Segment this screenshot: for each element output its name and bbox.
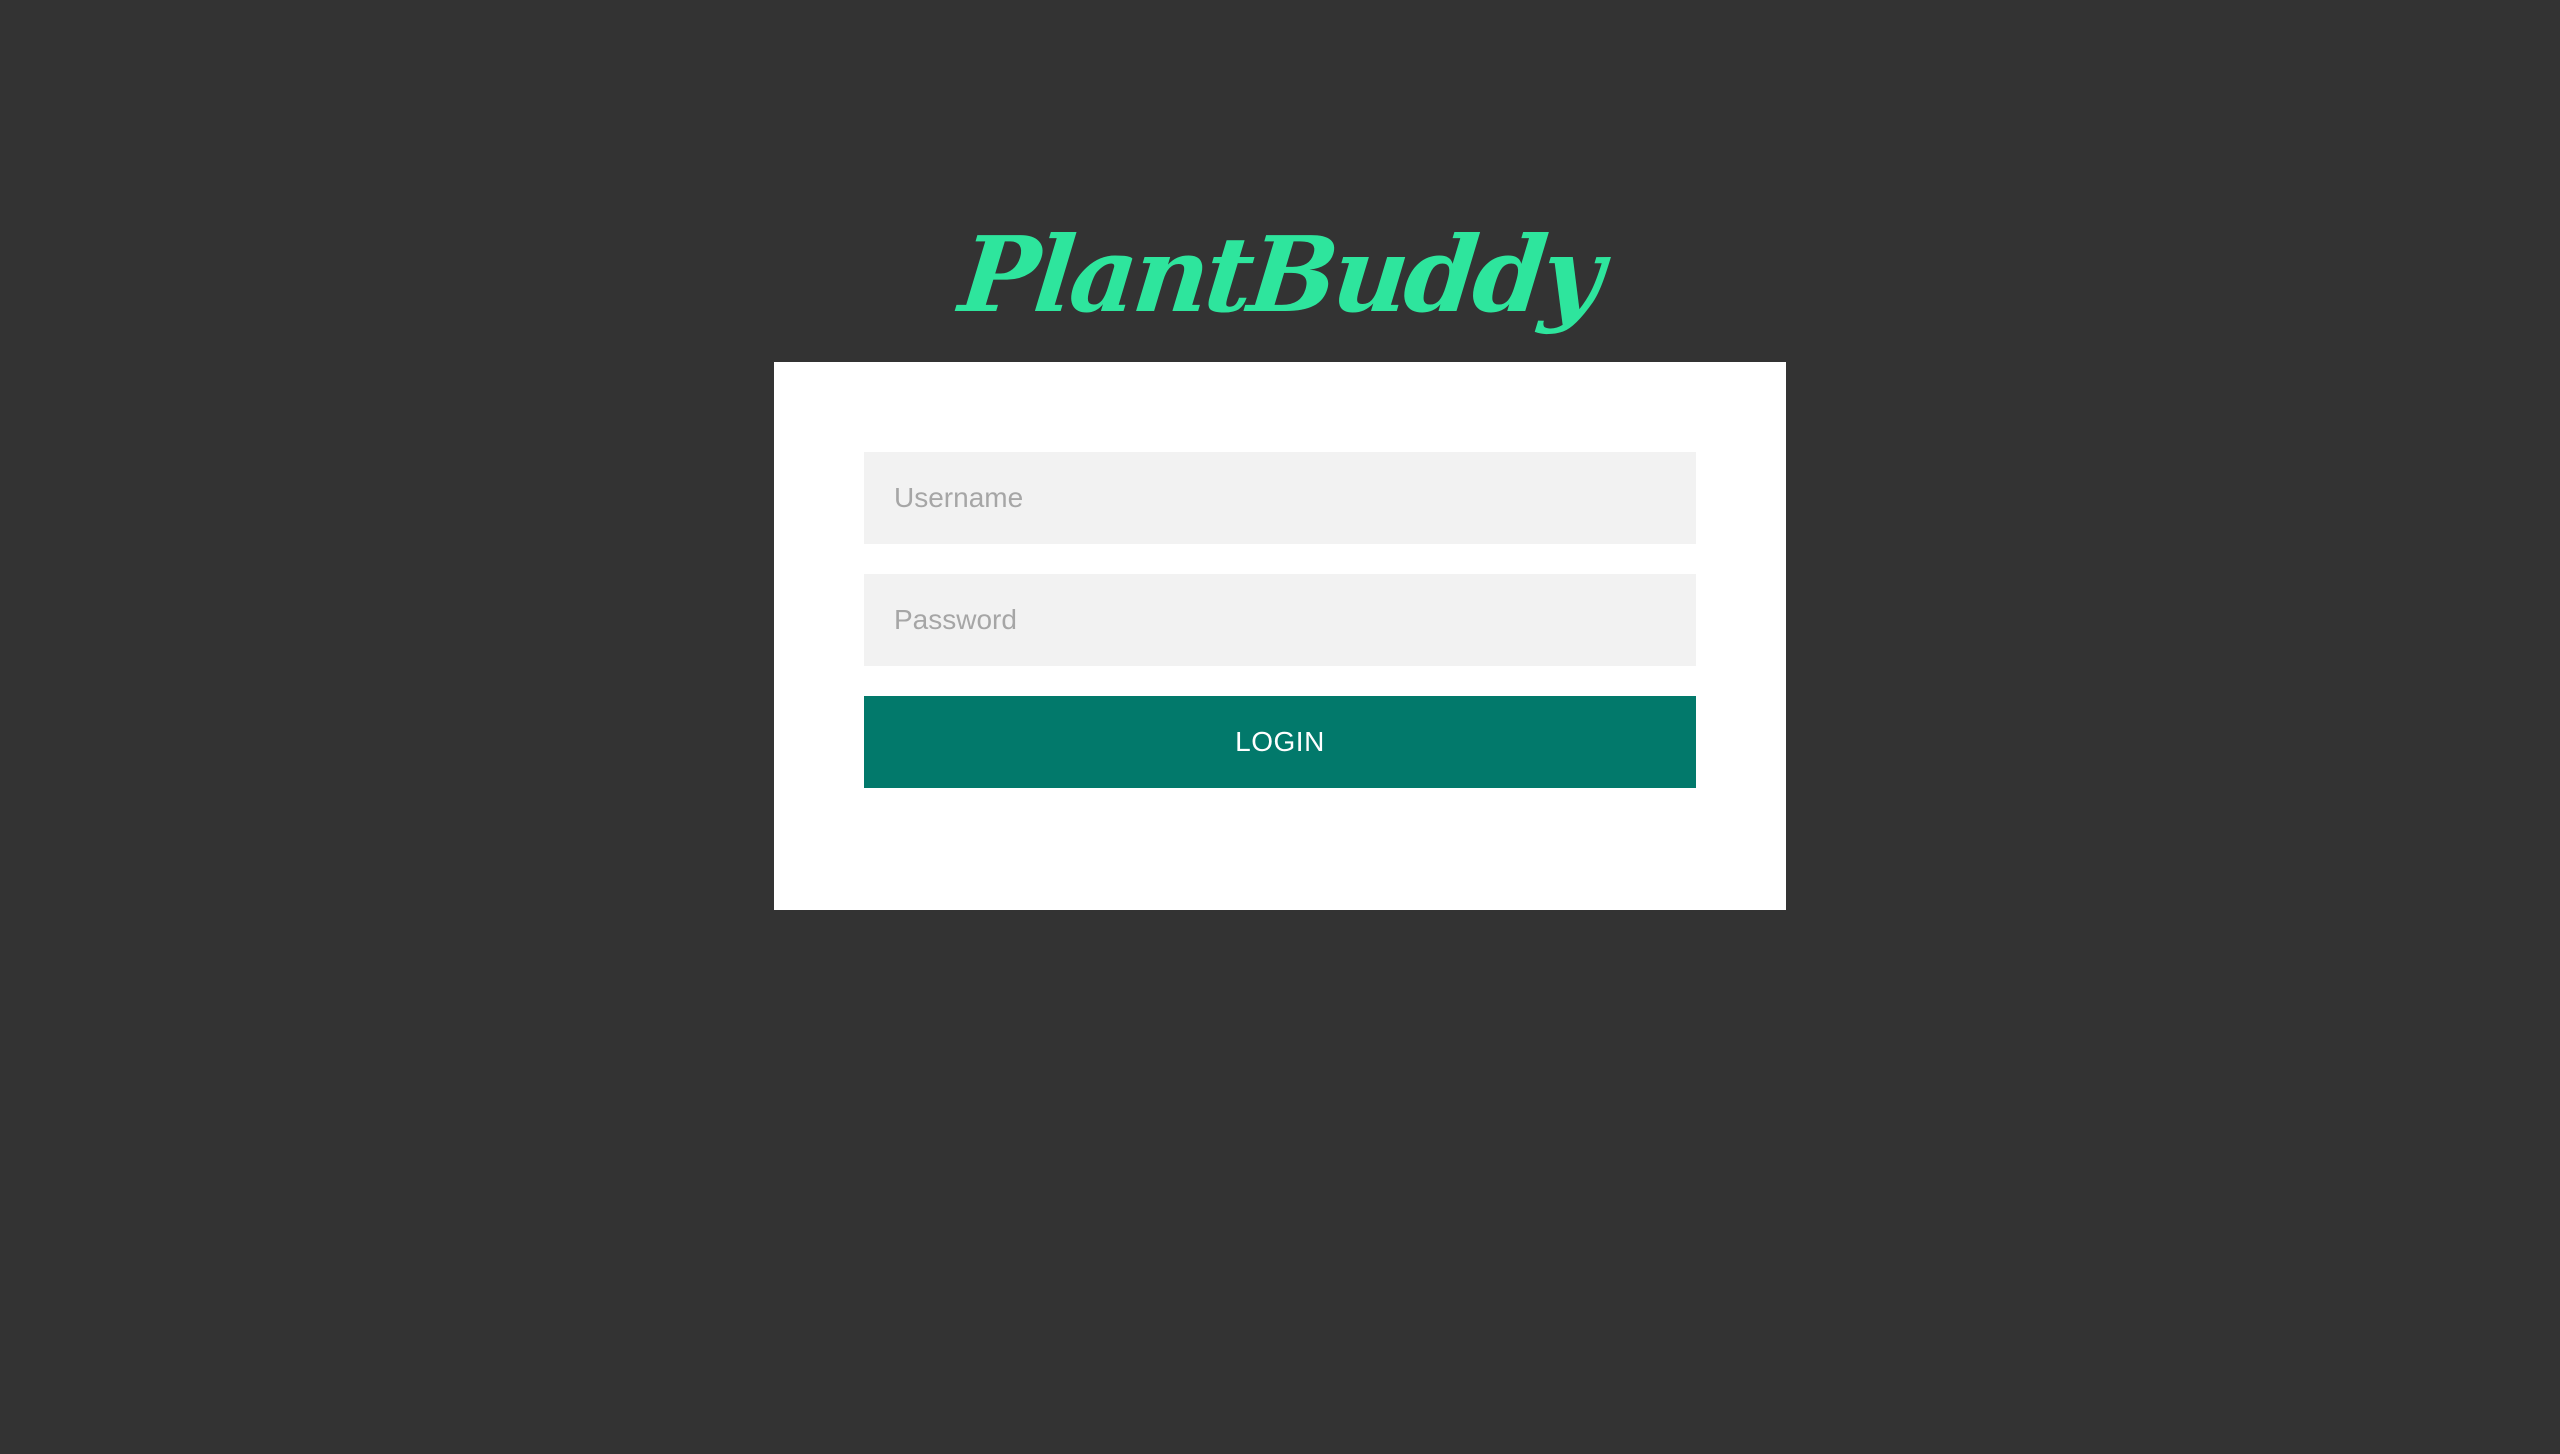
- login-card: LOGIN: [774, 362, 1786, 910]
- plantbuddy-logo: PlantBuddy: [954, 213, 1606, 336]
- login-button[interactable]: LOGIN: [864, 696, 1696, 788]
- password-input[interactable]: [864, 574, 1696, 666]
- username-input[interactable]: [864, 452, 1696, 544]
